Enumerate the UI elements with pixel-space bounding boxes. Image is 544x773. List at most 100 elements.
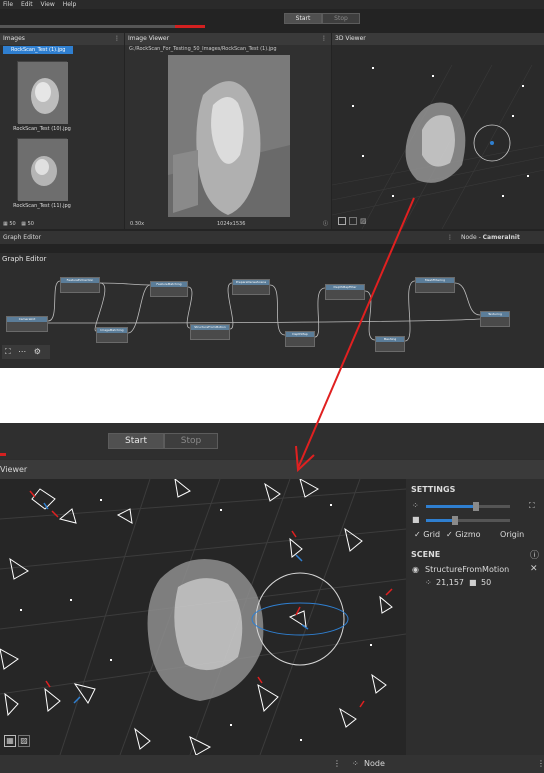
- grid-toggle[interactable]: ✓ Grid: [414, 530, 440, 539]
- image-viewer-header: Image Viewer ⋮: [125, 33, 331, 45]
- cameras-count: 50: [481, 578, 492, 587]
- stop-button-top[interactable]: Stop: [322, 13, 360, 24]
- viewer-title: Viewer: [0, 465, 28, 474]
- images-panel-header: Images ⋮: [0, 33, 124, 45]
- hatch-toggle-icon[interactable]: ▨: [18, 735, 30, 747]
- menu-bar: File Edit View Help: [0, 0, 544, 9]
- settings-title: SETTINGS: [411, 485, 456, 494]
- graph-node[interactable]: PrepareDenseScene: [232, 279, 270, 295]
- graph-node[interactable]: MeshFiltering: [415, 277, 455, 293]
- rock-photo-image: [168, 55, 290, 217]
- point-cloud-view-top[interactable]: [332, 45, 544, 229]
- point-size-slider[interactable]: [426, 502, 510, 511]
- menu-edit[interactable]: Edit: [21, 1, 33, 8]
- graph-editor-tab[interactable]: Graph Editor: [3, 234, 41, 241]
- menu-dots-icon[interactable]: ⋮: [447, 231, 453, 244]
- camera-toggle-icon[interactable]: [349, 217, 357, 225]
- graph-toolbar: ⛶ ⋯ ⚙: [2, 345, 50, 359]
- visibility-icon[interactable]: ◉: [412, 565, 419, 574]
- images-footer: ▦ 50 ▦ 50: [0, 220, 124, 229]
- image-thumbnail[interactable]: [17, 138, 68, 201]
- selected-image-item[interactable]: RockScan_Test (1).jpg: [3, 46, 73, 54]
- close-icon[interactable]: ✕: [530, 564, 538, 574]
- image-count-a: 50: [9, 221, 16, 227]
- thumbnail-label: RockScan_Test (10).jpg: [13, 126, 71, 132]
- image-count-icon: ▦: [3, 221, 8, 227]
- points-count: 21,157: [436, 578, 464, 587]
- node-tab-label[interactable]: Node - CameraInit: [461, 231, 520, 244]
- scene-item-name[interactable]: StructureFromMotion: [425, 565, 509, 574]
- camera-size-slider-fill: [426, 519, 456, 522]
- graph-editor-panel: Graph Editor CameraInit FeatureExtractio…: [0, 253, 544, 368]
- more-icon[interactable]: ⋯: [18, 347, 26, 356]
- camera-size-slider[interactable]: [426, 516, 510, 525]
- graph-node[interactable]: FeatureExtraction: [60, 277, 100, 293]
- graph-node[interactable]: DepthMapFilter: [325, 284, 365, 300]
- graph-node[interactable]: Texturing: [480, 311, 510, 327]
- rock-thumbnail-icon: [18, 62, 68, 124]
- rock-thumbnail-icon: [18, 139, 68, 201]
- viewer3d-header-top: 3D Viewer: [332, 33, 544, 45]
- settings-panel: SETTINGS ⁘ ⛶ ■ ✓ Grid ✓ Gizmo Origin SCE…: [406, 479, 544, 755]
- scene-title: SCENE: [411, 550, 441, 559]
- graph-editor-bar: Graph Editor Node - CameraInit ⋮: [0, 231, 544, 244]
- zoom-viewer-header: Viewer: [0, 460, 544, 479]
- graph-node[interactable]: ImageMatching: [96, 327, 128, 343]
- image-viewer-footer: 0.30x 1024x1536 ⓘ: [125, 220, 331, 229]
- menu-dots-icon[interactable]: ⋮: [321, 33, 327, 45]
- graph-node[interactable]: DepthMap: [285, 331, 315, 347]
- menu-dots-icon[interactable]: ⋮: [114, 33, 120, 45]
- point-cloud-view: [0, 479, 406, 755]
- fit-view-icon[interactable]: ⛶: [5, 347, 11, 356]
- start-button-top[interactable]: Start: [284, 13, 322, 24]
- menu-dots-icon[interactable]: ⋮: [333, 755, 341, 773]
- origin-toggle[interactable]: Origin: [500, 530, 524, 539]
- zoom-toolbar: Start Stop: [0, 423, 544, 459]
- point-size-slider-fill: [426, 505, 477, 508]
- zoom-screenshot: Start Stop Viewer ▦ ▨ SETTINGS ⁘ ⛶ ■ ✓ G…: [0, 423, 544, 773]
- info-icon[interactable]: ⓘ: [323, 220, 328, 229]
- image-viewer-canvas[interactable]: [168, 55, 290, 217]
- images-panel: Images ⋮ RockScan_Test (1).jpg RockScan_T…: [0, 33, 124, 229]
- graph-node[interactable]: CameraInit: [6, 316, 48, 332]
- check-icon: ✓: [446, 530, 456, 539]
- point-size-slider-knob[interactable]: [473, 502, 480, 511]
- viewport-3d[interactable]: ▦ ▨: [0, 479, 406, 755]
- hatch-toggle-icon[interactable]: ▨: [360, 217, 367, 225]
- zoom-bottom-bar: ⋮ ⁘ Node ⋮: [0, 755, 544, 773]
- menu-view[interactable]: View: [41, 1, 55, 8]
- check-icon: ✓: [414, 530, 424, 539]
- node-name: CameraInit: [482, 234, 520, 241]
- point-size-icon: ⁘: [412, 501, 419, 510]
- zoom-level: 0.30x: [130, 221, 145, 227]
- camera-count-icon: ▦: [21, 221, 27, 227]
- gizmo-toggle[interactable]: ✓ Gizmo: [446, 530, 481, 539]
- fit-icon[interactable]: ⛶: [529, 501, 535, 511]
- points-icon: ⁘: [425, 578, 432, 587]
- node-icon: ⁘: [352, 759, 359, 768]
- progress-fill: [175, 25, 205, 28]
- start-button[interactable]: Start: [108, 433, 164, 449]
- viewer3d-panel-top: 3D Viewer ▨: [332, 33, 544, 229]
- graph-node[interactable]: Meshing: [375, 336, 405, 352]
- menu-help[interactable]: Help: [63, 1, 77, 8]
- add-scene-icon[interactable]: ⓘ: [530, 548, 539, 561]
- grid-toggle-icon[interactable]: ▦: [4, 735, 16, 747]
- graph-node[interactable]: FeatureMatching: [150, 281, 188, 297]
- node-prefix: Node -: [461, 234, 483, 241]
- image-count-b: 50: [27, 221, 34, 227]
- zoom-progress-fill: [0, 453, 6, 456]
- menu-dots-icon[interactable]: ⋮: [537, 755, 544, 773]
- progress-track: [0, 25, 205, 28]
- graph-node[interactable]: StructureFromMotion: [190, 324, 230, 340]
- gear-icon[interactable]: ⚙: [34, 347, 41, 356]
- image-thumbnail[interactable]: [17, 61, 68, 124]
- stop-button[interactable]: Stop: [164, 433, 218, 449]
- menu-file[interactable]: File: [3, 1, 13, 8]
- image-path: G:/RockScan_For_Testing_50_Images/RockSc…: [129, 46, 277, 52]
- grid-toggle-icon[interactable]: [338, 217, 346, 225]
- camera-icon: ■: [412, 515, 420, 524]
- top-screenshot: File Edit View Help Start Stop Images ⋮ R…: [0, 0, 544, 368]
- camera-size-slider-knob[interactable]: [452, 516, 459, 525]
- node-tab[interactable]: Node: [364, 755, 385, 773]
